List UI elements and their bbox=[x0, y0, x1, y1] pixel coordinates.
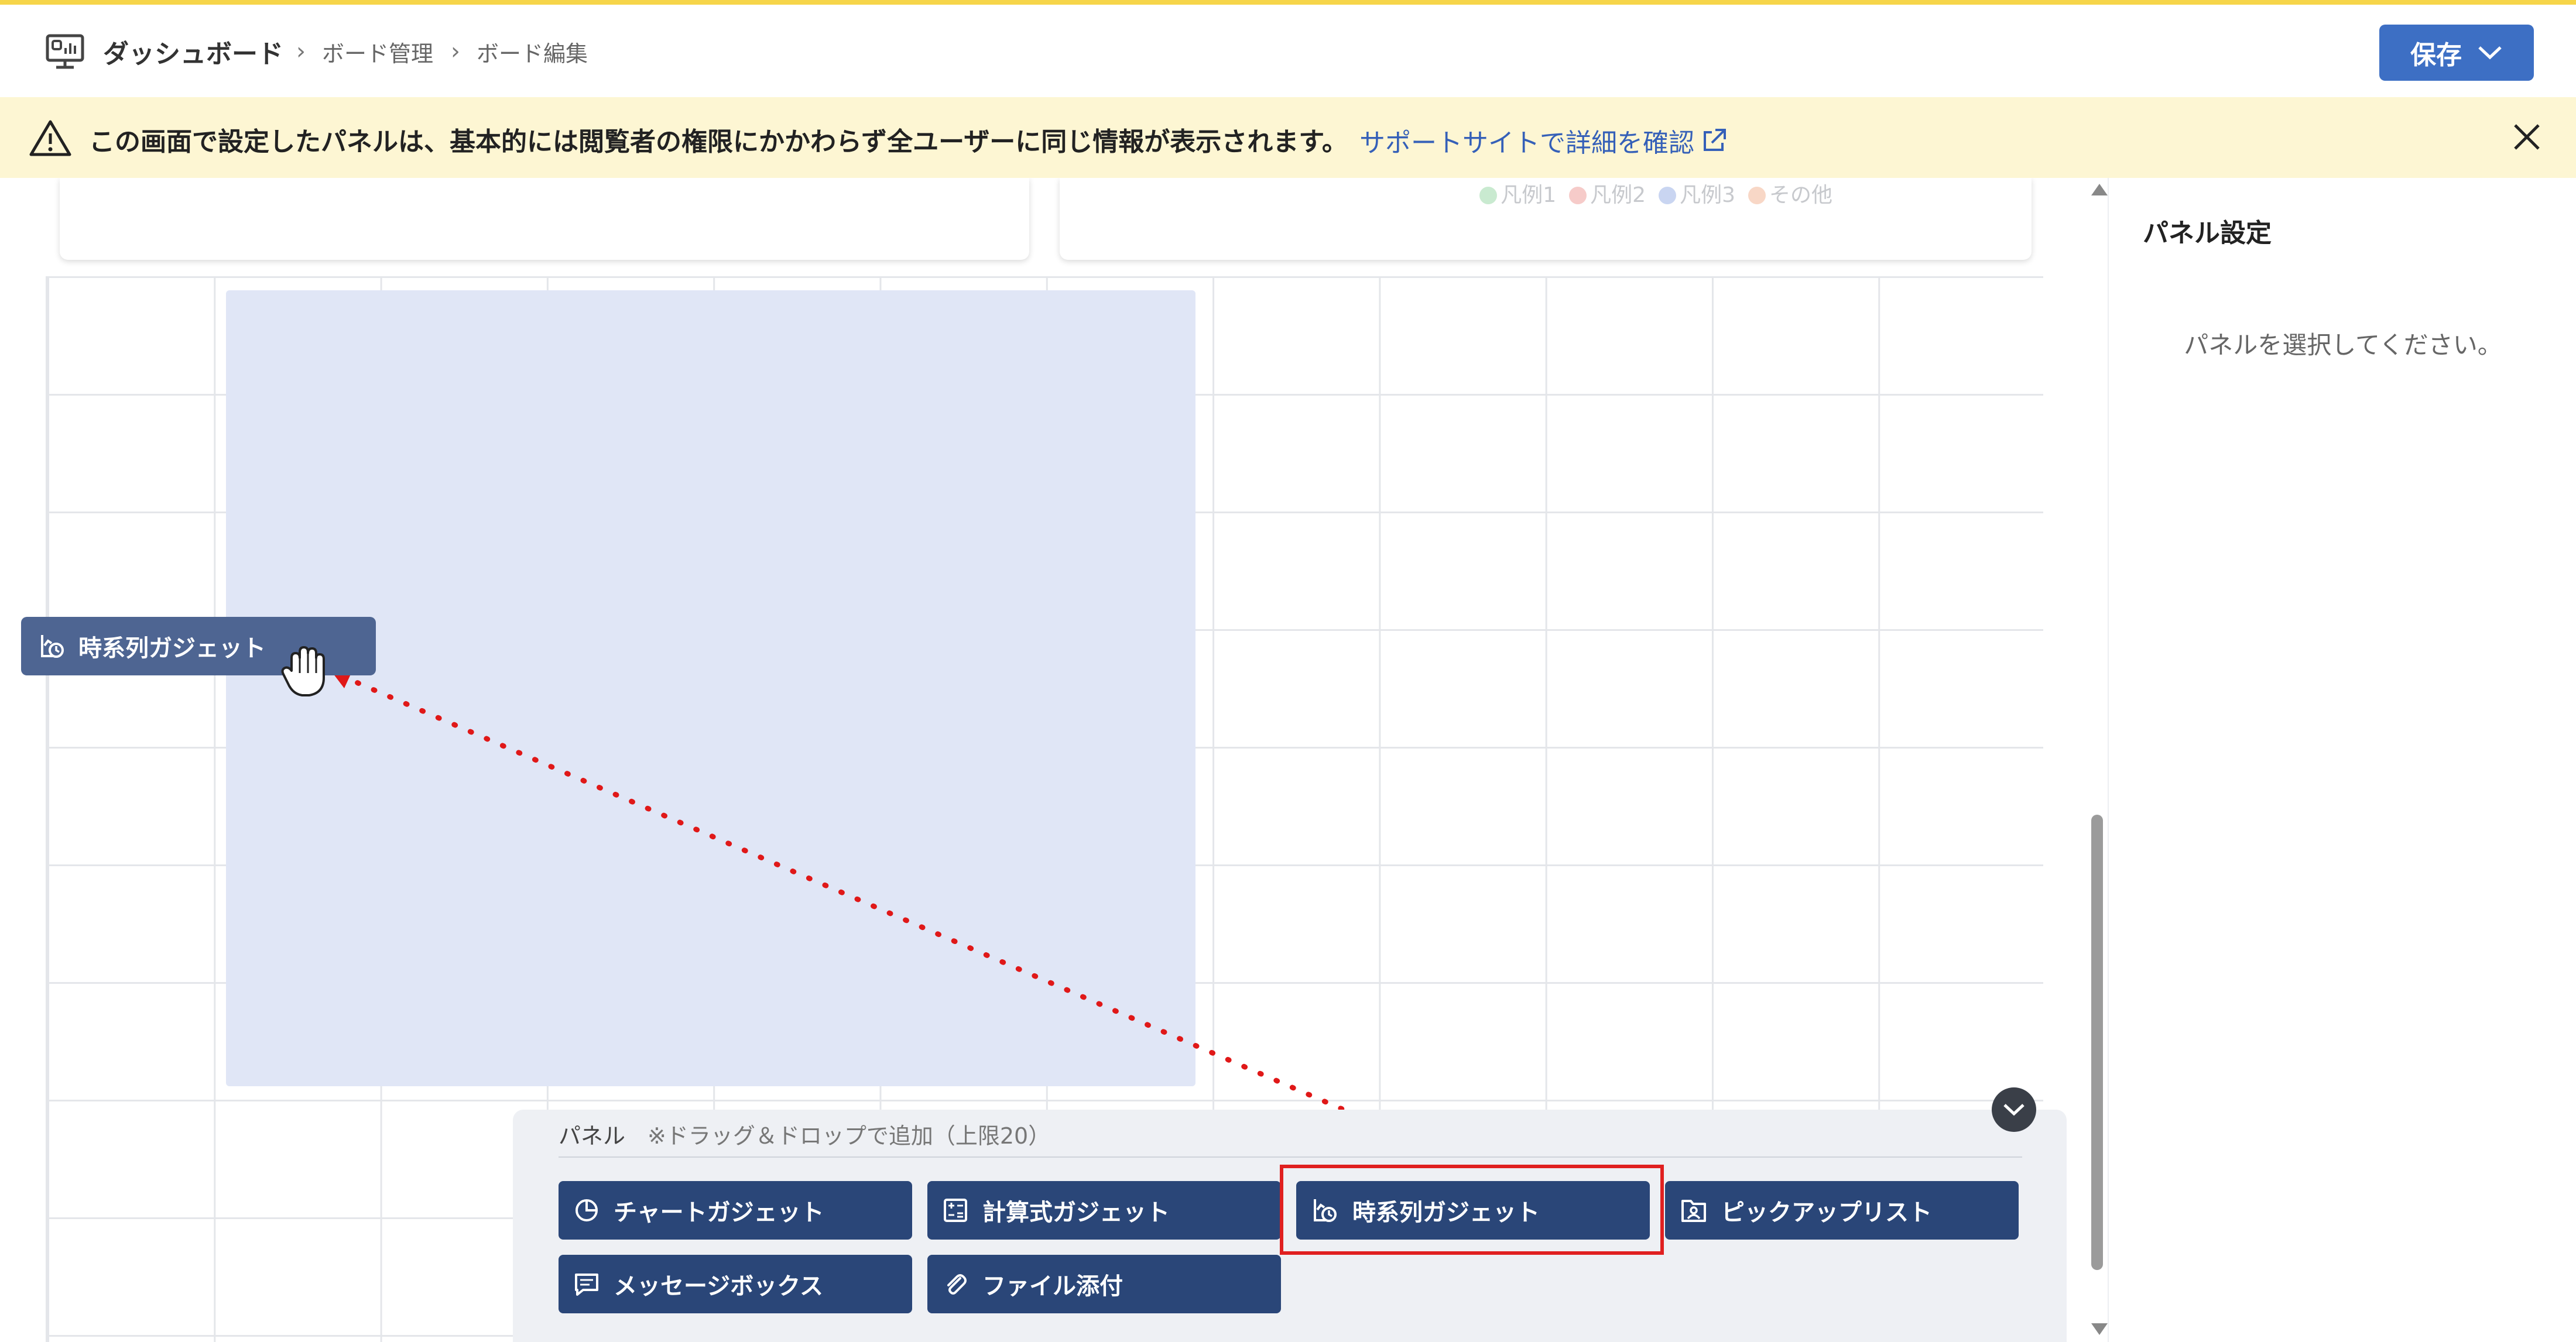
panel-settings-empty-message: パネルを選択してください。 bbox=[2184, 331, 2502, 359]
grab-hand-cursor-icon bbox=[281, 646, 325, 696]
dashboard-icon bbox=[46, 34, 84, 69]
support-site-link-label: サポートサイトで詳細を確認 bbox=[1359, 128, 1694, 158]
support-site-link[interactable]: サポートサイトで詳細を確認 bbox=[1359, 122, 1727, 159]
palette-divider bbox=[559, 1156, 2022, 1158]
palette-title: パネル bbox=[559, 1123, 626, 1149]
chevron-right-icon: › bbox=[296, 38, 306, 65]
message-box-label: メッセージボックス bbox=[614, 1273, 823, 1300]
header: ダッシュボード › ボード管理 › ボード編集 保存 bbox=[0, 5, 2576, 98]
breadcrumb-board-management[interactable]: ボード管理 bbox=[322, 36, 433, 68]
paperclip-icon bbox=[947, 1274, 967, 1295]
close-icon[interactable] bbox=[2508, 118, 2546, 156]
save-button[interactable]: 保存 bbox=[2379, 25, 2534, 81]
panel-settings-sidebar: パネル設定 パネルを選択してください。 bbox=[2108, 178, 2576, 1342]
scroll-down-arrow-icon[interactable] bbox=[2091, 1323, 2108, 1335]
pickup-list-icon bbox=[1681, 1200, 1706, 1222]
save-label: 保存 bbox=[2410, 40, 2462, 70]
scrollbar-thumb[interactable] bbox=[2091, 815, 2103, 1270]
external-link-icon bbox=[1704, 129, 1726, 151]
formula-gadget-button[interactable]: 計算式ガジェット bbox=[927, 1181, 1281, 1240]
pickup-list-button[interactable]: ピックアップリスト bbox=[1665, 1181, 2019, 1240]
breadcrumb-board-edit: ボード編集 bbox=[477, 40, 588, 67]
calculator-icon bbox=[944, 1199, 967, 1222]
warning-icon bbox=[29, 120, 71, 156]
chart-gadget-label: チャートガジェット bbox=[614, 1199, 824, 1226]
palette-header: パネル ※ドラッグ＆ドロップで追加（上限20） bbox=[559, 1118, 1050, 1150]
chevron-down-icon bbox=[2478, 46, 2502, 60]
time-series-icon bbox=[41, 635, 64, 658]
message-icon bbox=[575, 1274, 598, 1296]
message-box-button[interactable]: メッセージボックス bbox=[559, 1255, 912, 1313]
chart-gadget-button[interactable]: チャートガジェット bbox=[559, 1181, 912, 1240]
notice-banner: この画面で設定したパネルは、基本的には閲覧者の権限にかかわらず全ユーザーに同じ情… bbox=[0, 97, 2576, 178]
pickup-list-label: ピックアップリスト bbox=[1721, 1199, 1932, 1226]
palette-hint: ※ドラッグ＆ドロップで追加（上限20） bbox=[648, 1123, 1051, 1149]
notice-text: この画面で設定したパネルは、基本的には閲覧者の権限にかかわらず全ユーザーに同じ情… bbox=[89, 127, 1348, 157]
file-attachment-button[interactable]: ファイル添付 bbox=[927, 1255, 1281, 1313]
scroll-up-arrow-icon[interactable] bbox=[2091, 184, 2108, 195]
dragging-gadget-label: 時系列ガジェット bbox=[78, 635, 266, 662]
panel-settings-title: パネル設定 bbox=[2143, 218, 2272, 248]
pie-chart-icon bbox=[576, 1199, 598, 1221]
chevron-down-icon bbox=[2003, 1104, 2025, 1116]
chevron-right-icon: › bbox=[451, 38, 461, 65]
canvas-scrollbar[interactable] bbox=[2087, 178, 2108, 1342]
breadcrumb-root[interactable]: ダッシュボード bbox=[103, 34, 283, 69]
file-attachment-label: ファイル添付 bbox=[982, 1273, 1123, 1300]
top-accent-line bbox=[0, 0, 2576, 5]
highlight-annotation-box bbox=[1280, 1165, 1664, 1255]
formula-gadget-label: 計算式ガジェット bbox=[982, 1199, 1170, 1226]
palette-collapse-button[interactable] bbox=[1992, 1087, 2036, 1132]
breadcrumb: › ボード管理 › ボード編集 bbox=[296, 34, 588, 69]
